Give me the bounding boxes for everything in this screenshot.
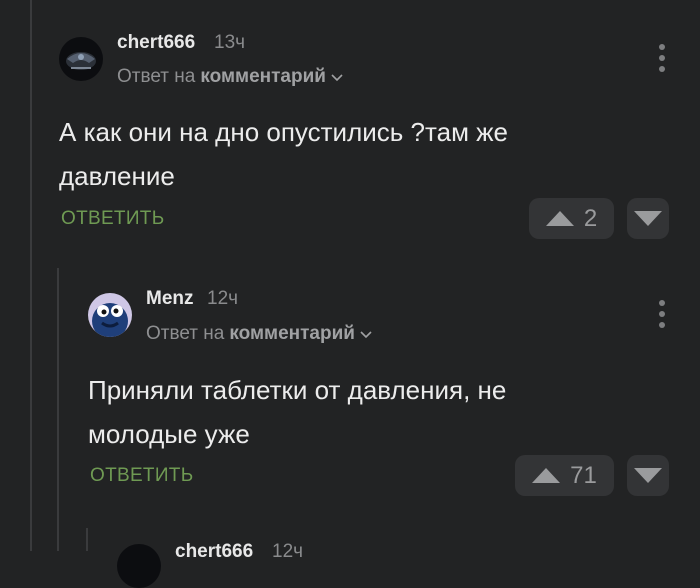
comment-text: А как они на дно опустились ?там же давл…	[59, 110, 508, 198]
reply-to-link[interactable]: Ответ на комментарий	[117, 66, 343, 88]
chevron-down-icon	[360, 331, 372, 339]
vote-count: 2	[583, 204, 598, 232]
triangle-up-icon	[532, 468, 561, 483]
thread-line-root	[30, 0, 32, 551]
upvote-button[interactable]: 2	[529, 198, 614, 239]
comment-author[interactable]: chert666	[175, 541, 253, 563]
reply-to-prefix: Ответ на	[146, 323, 225, 344]
comment-text: Приняли таблетки от давления, не молодые…	[88, 368, 506, 456]
reply-button[interactable]: ответить	[61, 208, 164, 230]
triangle-down-icon	[634, 468, 662, 483]
thread-line-level-3	[86, 528, 88, 551]
comment-text-line: молодые уже	[88, 419, 250, 449]
avatar-menz[interactable]	[88, 293, 132, 337]
comment-author[interactable]: chert666	[117, 32, 195, 54]
downvote-button[interactable]	[627, 455, 669, 496]
downvote-button[interactable]	[627, 198, 669, 239]
chevron-down-icon	[331, 74, 343, 82]
vertical-dots-icon[interactable]	[657, 43, 667, 73]
comment-time: 13ч	[214, 32, 246, 53]
triangle-down-icon	[634, 211, 662, 226]
reply-to-link[interactable]: Ответ на комментарий	[146, 323, 372, 345]
reply-to-target: комментарий	[200, 66, 326, 87]
avatar-chert666[interactable]	[59, 37, 103, 81]
reply-to-target: комментарий	[229, 323, 355, 344]
comment-time: 12ч	[207, 288, 239, 309]
comment-author[interactable]: Menz	[146, 288, 194, 310]
reply-to-prefix: Ответ на	[117, 66, 196, 87]
thread-line-level-2	[57, 268, 59, 551]
vertical-dots-icon[interactable]	[657, 299, 667, 329]
comment-text-line: давление	[59, 161, 175, 191]
comment-text-line: Приняли таблетки от давления, не	[88, 375, 507, 405]
reply-button[interactable]: ответить	[90, 465, 193, 487]
triangle-up-icon	[545, 211, 574, 226]
comment-text-line: А как они на дно опустились ?там же	[59, 117, 509, 147]
vote-count: 71	[570, 461, 597, 489]
upvote-button[interactable]: 71	[515, 455, 614, 496]
comment-time: 12ч	[272, 541, 304, 562]
